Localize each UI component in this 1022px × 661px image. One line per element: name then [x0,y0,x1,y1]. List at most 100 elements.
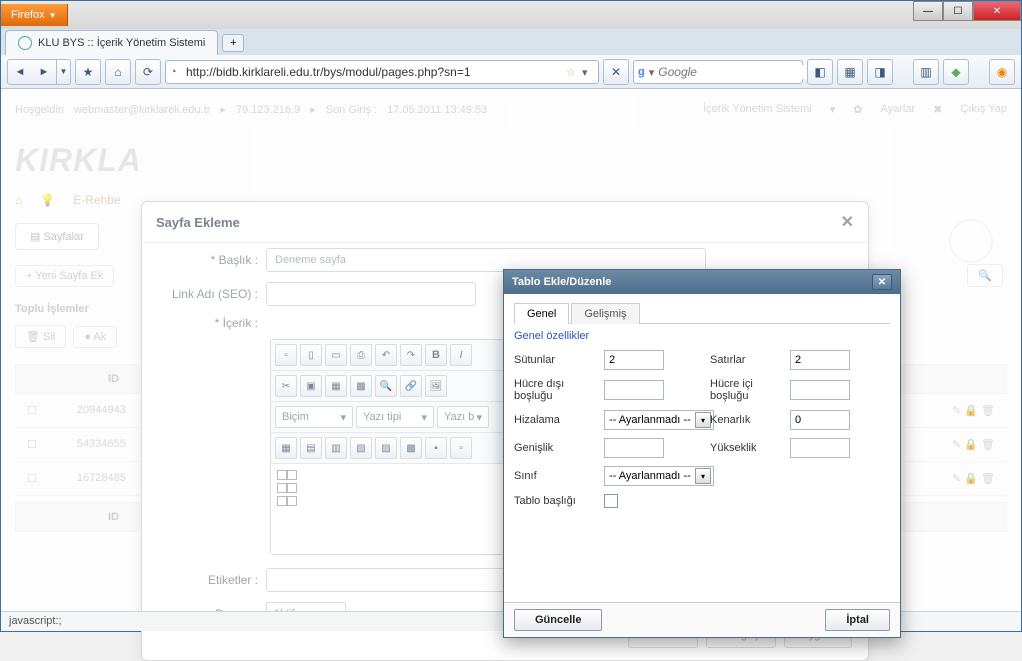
firefox-label: Firefox [11,9,45,21]
cellpadding-input[interactable] [790,380,850,400]
rte-table-icon[interactable]: ▦ [275,437,297,459]
bulk-delete-button[interactable]: 🗑 Sil [15,325,66,348]
rte-redo-icon[interactable]: ↷ [400,344,422,366]
tab-title: KLU BYS :: İçerik Yönetim Sistemi [38,37,205,49]
toolbar-ext-6[interactable]: ◉ [989,59,1015,85]
rte-copy-icon[interactable]: ▣ [300,375,322,397]
modal-close-button[interactable]: ✕ [841,212,854,232]
forward-button[interactable]: ► [32,60,56,84]
menu-cms[interactable]: İçerik Yönetim Sistemi [703,103,812,116]
rte-print-icon[interactable]: ⎙ [350,344,372,366]
dialog-close-button[interactable]: ✕ [872,274,892,290]
rte-link-icon[interactable]: 🔗 [400,375,422,397]
toolbar-ext-5[interactable]: ◆ [943,59,969,85]
search-button[interactable]: 🔍 [967,264,1003,287]
bookmark-button[interactable]: ★ [75,59,101,85]
bulk-active-button[interactable]: ● Ak [73,326,117,348]
update-button[interactable]: Güncelle [514,609,602,631]
rte-cut-icon[interactable]: ✂ [275,375,297,397]
home-button[interactable]: ⌂ [105,59,131,85]
browser-tab[interactable]: KLU BYS :: İçerik Yönetim Sistemi [5,30,218,55]
cellspacing-label: Hücre dışı boşluğu [514,378,594,402]
caption-checkbox[interactable] [604,494,618,508]
page-viewport: Hoşgeldin webmaster@kirklareli.edu.tr ▸ … [1,89,1021,613]
caption-label: Tablo başlığı [514,495,594,507]
rte-row-before-icon[interactable]: ▤ [300,437,322,459]
height-input[interactable] [790,438,850,458]
home-icon[interactable]: ⌂ [15,193,22,207]
new-page-button[interactable]: + Yeni Sayfa Ek [15,265,114,287]
minimize-button[interactable]: — [913,1,943,21]
cols-input[interactable] [604,350,664,370]
bulb-icon[interactable]: 💡 [40,193,55,207]
toolbar-ext-1[interactable]: ◧ [807,59,833,85]
close-window-button[interactable]: ✕ [973,1,1021,21]
dialog-title: Tablo Ekle/Düzenle [512,276,611,288]
tab-pages[interactable]: ▤ Sayfalar [15,223,99,250]
rte-newdoc-icon[interactable]: ▫ [275,344,297,366]
chevron-down-icon: ▾ [830,103,836,116]
height-label: Yükseklik [710,442,780,454]
cellspacing-input[interactable] [604,380,664,400]
border-input[interactable] [790,410,850,430]
cancel-button[interactable]: İptal [825,609,890,631]
titlebar: Firefox ▼ — ☐ ✕ [1,1,1021,29]
rte-undo-icon[interactable]: ↶ [375,344,397,366]
class-select[interactable]: -- Ayarlanmadı --▾ [604,466,714,486]
rte-col-before-icon[interactable]: ▨ [375,437,397,459]
firefox-menu-button[interactable]: Firefox ▼ [1,4,68,26]
menu-settings[interactable]: Ayarlar [880,103,915,116]
align-select[interactable]: -- Ayarlanmadı --▾ [604,410,714,430]
tab-general[interactable]: Genel [514,303,569,324]
page-icon: ▤ [30,231,40,243]
rte-delete-row-icon[interactable]: ▧ [350,437,372,459]
history-dropdown-button[interactable]: ▼ [56,60,70,84]
site-identity-icon[interactable]: ◔ [170,66,182,78]
rte-merge-icon[interactable]: ▫ [450,437,472,459]
row-id: 54334655 [77,438,126,451]
rte-image-icon[interactable]: 🖼 [425,375,447,397]
url-bar[interactable]: ◔ ☆ ▾ [165,60,599,84]
width-input[interactable] [604,438,664,458]
rte-row-after-icon[interactable]: ▥ [325,437,347,459]
stop-button[interactable]: ✕ [603,59,629,85]
menu-logout[interactable]: Çıkış Yap [960,103,1007,116]
url-input[interactable] [186,65,562,79]
toolbar-ext-4[interactable]: ▥ [913,59,939,85]
search-input[interactable] [658,65,815,79]
back-button[interactable]: ◄ [8,60,32,84]
rows-input[interactable] [790,350,850,370]
rte-col-after-icon[interactable]: ▩ [400,437,422,459]
search-box[interactable]: g ▾ 🔍 [633,60,803,84]
rte-paste-icon[interactable]: ▦ [325,375,347,397]
rte-italic-icon[interactable]: I [450,344,472,366]
border-label: Kenarlık [710,414,780,426]
table-dialog: Tablo Ekle/Düzenle ✕ Genel Gelişmiş Gene… [503,269,901,638]
row-id: 16728485 [77,472,126,485]
col-id[interactable]: ID [108,373,119,385]
rte-size-select[interactable]: Yazı b▾ [437,406,489,428]
tab-advanced[interactable]: Gelişmiş [571,303,639,324]
rte-font-select[interactable]: Yazı tipi▾ [356,406,434,428]
cols-label: Sütunlar [514,354,594,366]
new-tab-button[interactable]: + [222,34,244,52]
maximize-button[interactable]: ☐ [943,1,973,21]
nav-erehber[interactable]: E-Rehbe [73,193,120,207]
search-engine-chevron-icon[interactable]: ▾ [649,66,655,78]
gear-icon: ✿ [853,103,862,116]
dropdown-chevron-icon[interactable]: ▾ [582,66,594,78]
reload-button[interactable]: ⟳ [135,59,161,85]
dialog-titlebar[interactable]: Tablo Ekle/Düzenle ✕ [504,270,900,294]
star-bookmark-icon[interactable]: ☆ [566,66,578,78]
rte-delete-col-icon[interactable]: ▪ [425,437,447,459]
toolbar-ext-2[interactable]: ▦ [837,59,863,85]
rte-open-icon[interactable]: ▯ [300,344,322,366]
rte-paste-word-icon[interactable]: ▩ [350,375,372,397]
rte-save-icon[interactable]: ▭ [325,344,347,366]
rte-find-icon[interactable]: 🔍 [375,375,397,397]
rte-format-select[interactable]: Biçim▾ [275,406,353,428]
window-controls: — ☐ ✕ [913,1,1021,21]
seo-input[interactable] [266,282,476,306]
rte-bold-icon[interactable]: B [425,344,447,366]
toolbar-ext-3[interactable]: ◨ [867,59,893,85]
